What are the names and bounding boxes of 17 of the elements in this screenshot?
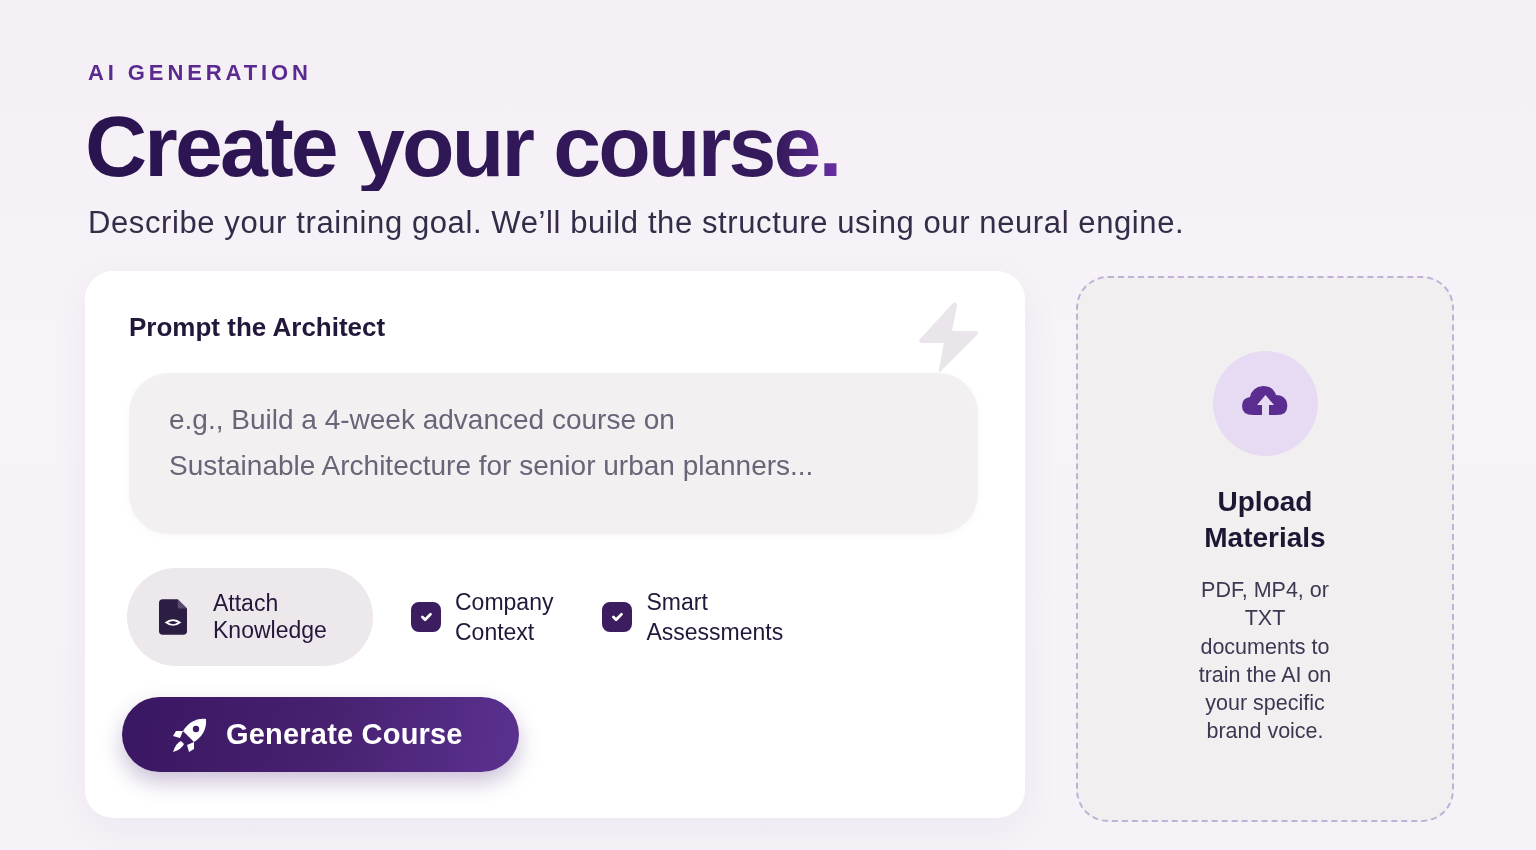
checkbox-label: Company Context — [455, 588, 554, 647]
upload-dropzone[interactable]: Upload Materials PDF, MP4, or TXT documents to train the AI on your specific brand voice. — [1076, 276, 1454, 822]
document-icon — [159, 598, 187, 636]
lightning-icon — [917, 301, 979, 373]
prompt-field[interactable]: e.g., Build a 4-week advanced course on Sustainable Architecture for senior urban planners... — [129, 373, 978, 534]
checkbox[interactable] — [602, 602, 633, 632]
eyebrow-label: AI GENERATION — [88, 60, 312, 86]
upload-description: PDF, MP4, or TXT documents to train the AI on your specific brand voice. — [1197, 577, 1333, 746]
attach-knowledge-button[interactable]: Attach Knowledge — [127, 568, 373, 666]
card-title: Prompt the Architect — [129, 311, 386, 343]
generate-course-button[interactable]: Generate Course — [122, 697, 519, 772]
checkbox-label: Smart Assessments — [646, 588, 784, 647]
page-subtitle: Describe your training goal. We’ll build the structure using our neural engine. — [88, 204, 1185, 242]
upload-title: Upload Materials — [1203, 485, 1327, 555]
rocket-icon — [172, 716, 208, 753]
checkbox[interactable] — [411, 602, 441, 632]
cloud-upload-icon — [1212, 351, 1318, 456]
